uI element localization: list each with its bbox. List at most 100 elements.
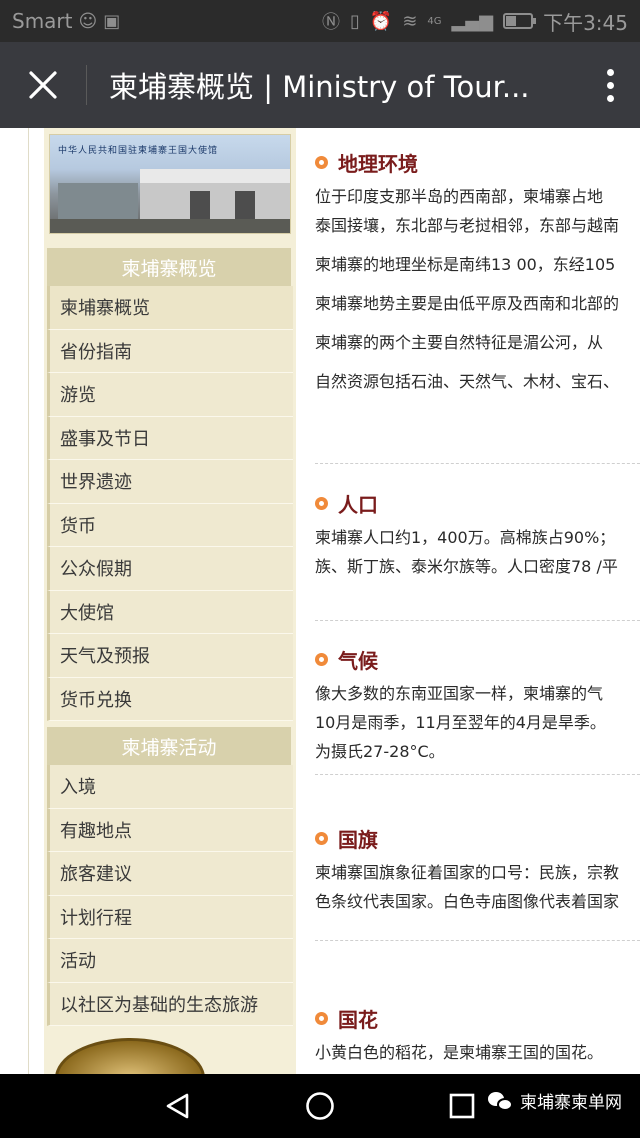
- article-section: 地理环境位于印度支那半岛的西南部，柬埔寨占地 泰国接壤，东北部与老挝相邻，东部与越…: [312, 142, 640, 396]
- section-divider: [315, 774, 640, 775]
- banner-ground: [50, 219, 290, 233]
- section-heading-text: 国旗: [338, 827, 378, 852]
- account-name: 柬埔寨柬单网: [520, 1093, 622, 1113]
- sidebar-item[interactable]: 旅客建议: [47, 852, 293, 896]
- section-heading: 气候: [312, 639, 640, 679]
- carrier-name: Smart: [12, 9, 73, 33]
- sidebar-activities-list: 入境 有趣地点 旅客建议 计划行程 活动 以社区为基础的生态旅游: [44, 765, 296, 1026]
- paragraph-line: 泰国接壤，东北部与老挝相邻，东部与越南: [315, 216, 620, 235]
- signal-icon: ▂▄▆: [451, 10, 494, 32]
- home-circle-icon: [306, 1092, 334, 1120]
- sidebar-item[interactable]: 柬埔寨概览: [47, 286, 293, 330]
- back-button[interactable]: [162, 1090, 194, 1122]
- paragraph: 柬埔寨国旗象征着国家的口号：民族，宗教 色条纹代表国家。白色寺庙图像代表着国家: [312, 858, 640, 916]
- close-button[interactable]: [0, 42, 86, 128]
- android-nav-bar: 柬埔寨柬单网: [0, 1074, 640, 1138]
- more-dot-icon: [606, 68, 614, 76]
- banner-roof: [140, 169, 290, 183]
- sidebar-item[interactable]: 盛事及节日: [47, 416, 293, 460]
- sidebar-item[interactable]: 以社区为基础的生态旅游: [47, 982, 293, 1026]
- section-heading-text: 气候: [338, 648, 378, 673]
- paragraph: 柬埔寨的两个主要自然特征是湄公河，从: [312, 328, 640, 357]
- banner-door: [190, 191, 210, 221]
- paragraph-line: 柬埔寨国旗象征着国家的口号：民族，宗教: [315, 863, 620, 882]
- article-section: 国花小黄白色的稻花，是柬埔寨王国的国花。: [312, 998, 640, 1067]
- page-title: 柬埔寨概览 | Ministry of Tour...: [109, 70, 530, 104]
- paragraph-line: 色条纹代表国家。白色寺庙图像代表着国家: [315, 892, 620, 911]
- bullet-icon: [315, 652, 328, 666]
- paragraph: 位于印度支那半岛的西南部，柬埔寨占地 泰国接壤，东北部与老挝相邻，东部与越南: [312, 182, 640, 240]
- wifi-icon: ≋: [402, 10, 418, 32]
- more-dot-icon: [606, 81, 614, 89]
- sidebar-item[interactable]: 天气及预报: [47, 634, 293, 678]
- paragraph-line: 位于印度支那半岛的西南部，柬埔寨占地: [315, 187, 604, 206]
- paragraph-line: 10月是雨季，11月至翌年的4月是旱季。: [315, 713, 606, 732]
- embassy-banner-image[interactable]: 中华人民共和国驻柬埔寨王国大使馆: [49, 134, 291, 234]
- sidebar-item[interactable]: 游览: [47, 373, 293, 417]
- sidebar-item[interactable]: 货币兑换: [47, 677, 293, 721]
- bullet-icon: [315, 831, 328, 845]
- paragraph-line: 柬埔寨的两个主要自然特征是湄公河，从: [315, 333, 604, 352]
- banner-wall: [140, 183, 290, 221]
- back-triangle-icon: [166, 1093, 189, 1119]
- sidebar-item[interactable]: 省份指南: [47, 329, 293, 373]
- banner-flag-wall: [58, 183, 138, 219]
- section-divider: [315, 463, 640, 464]
- title-bar: 柬埔寨概览 | Ministry of Tour...: [0, 42, 640, 128]
- section-heading: 国旗: [312, 818, 640, 858]
- section-heading-text: 国花: [338, 1007, 378, 1032]
- banner-door: [235, 191, 255, 221]
- network-type: 4G: [427, 15, 442, 27]
- alarm-icon: ⏰: [369, 10, 393, 32]
- paragraph: 柬埔寨的地理坐标是南纬13 00，东经105: [312, 250, 640, 279]
- paragraph: 柬埔寨人口约1，400万。高棉族占90%； 族、斯丁族、泰米尔族等。人口密度78 …: [312, 523, 640, 581]
- status-bar: Smart ☺ ▣ Ⓝ ▯ ⏰ ≋ 4G ▂▄▆ 下午3:45: [0, 0, 640, 42]
- recents-square-icon: [449, 1093, 475, 1119]
- sidebar: 中华人民共和国驻柬埔寨王国大使馆 柬埔寨概览 柬埔寨概览 省份指南 游览 盛事及节日世…: [44, 128, 296, 1074]
- wechat-icon: [488, 1090, 514, 1112]
- sidebar-item[interactable]: 活动: [47, 939, 293, 983]
- web-content[interactable]: 中华人民共和国驻柬埔寨王国大使馆 柬埔寨概览 柬埔寨概览 省份指南 游览 盛事及节日世…: [0, 128, 640, 1074]
- article-section: 气候像大多数的东南亚国家一样，柬埔寨的气 10月是雨季，11月至翌年的4月是旱季。…: [312, 639, 640, 766]
- more-dot-icon: [606, 94, 614, 102]
- section-divider: [315, 620, 640, 621]
- banner-caption: 中华人民共和国驻柬埔寨王国大使馆: [58, 146, 219, 156]
- sidebar-item[interactable]: 世界遗迹: [47, 460, 293, 504]
- section-heading: 地理环境: [312, 142, 640, 182]
- paragraph-line: 柬埔寨地势主要是由低平原及西南和北部的: [315, 294, 620, 313]
- sidebar-section-overview-header: 柬埔寨概览: [47, 248, 291, 286]
- sidebar-item[interactable]: 入境: [47, 765, 293, 809]
- more-options-button[interactable]: [580, 42, 640, 128]
- clock: 下午3:45: [543, 10, 628, 35]
- bullet-icon: [315, 155, 328, 169]
- section-heading-text: 人口: [338, 492, 378, 517]
- paragraph-line: 族、斯丁族、泰米尔族等。人口密度78 /平: [315, 557, 618, 576]
- article-section: 人口柬埔寨人口约1，400万。高棉族占90%； 族、斯丁族、泰米尔族等。人口密度7…: [312, 483, 640, 581]
- vibrate-icon: ▯: [350, 10, 360, 32]
- wechat-account-watermark: 柬埔寨柬单网: [488, 1088, 622, 1113]
- paragraph: 小黄白色的稻花，是柬埔寨王国的国花。: [312, 1038, 640, 1067]
- section-divider: [315, 940, 640, 941]
- sidebar-item[interactable]: 货币: [47, 503, 293, 547]
- section-heading-text: 地理环境: [338, 151, 418, 176]
- paragraph-line: 为摄氏27-28°C。: [315, 742, 445, 761]
- bullet-icon: [315, 496, 328, 510]
- paragraph-line: 柬埔寨的地理坐标是南纬13 00，东经105: [315, 255, 616, 274]
- main-article: 地理环境位于印度支那半岛的西南部，柬埔寨占地 泰国接壤，东北部与老挝相邻，东部与越…: [312, 128, 640, 1074]
- paragraph: 自然资源包括石油、天然气、木材、宝石、: [312, 367, 640, 396]
- bullet-icon: [315, 1011, 328, 1025]
- sidebar-item[interactable]: 有趣地点: [47, 808, 293, 852]
- sidebar-item[interactable]: 计划行程: [47, 895, 293, 939]
- paragraph: 柬埔寨地势主要是由低平原及西南和北部的: [312, 289, 640, 318]
- home-button[interactable]: [304, 1090, 336, 1122]
- sidebar-item[interactable]: 大使馆: [47, 590, 293, 634]
- paragraph: 像大多数的东南亚国家一样，柬埔寨的气 10月是雨季，11月至翌年的4月是旱季。 为摄…: [312, 679, 640, 766]
- app-notification-icon: ▣: [103, 10, 121, 32]
- sidebar-item[interactable]: 公众假期: [47, 547, 293, 591]
- page-left-border: [28, 128, 29, 1074]
- section-heading: 国花: [312, 998, 640, 1038]
- paragraph-line: 像大多数的东南亚国家一样，柬埔寨的气: [315, 684, 604, 703]
- paragraph-line: 自然资源包括石油、天然气、木材、宝石、: [315, 372, 620, 391]
- recents-button[interactable]: [446, 1090, 478, 1122]
- weibo-icon: ☺: [78, 10, 98, 32]
